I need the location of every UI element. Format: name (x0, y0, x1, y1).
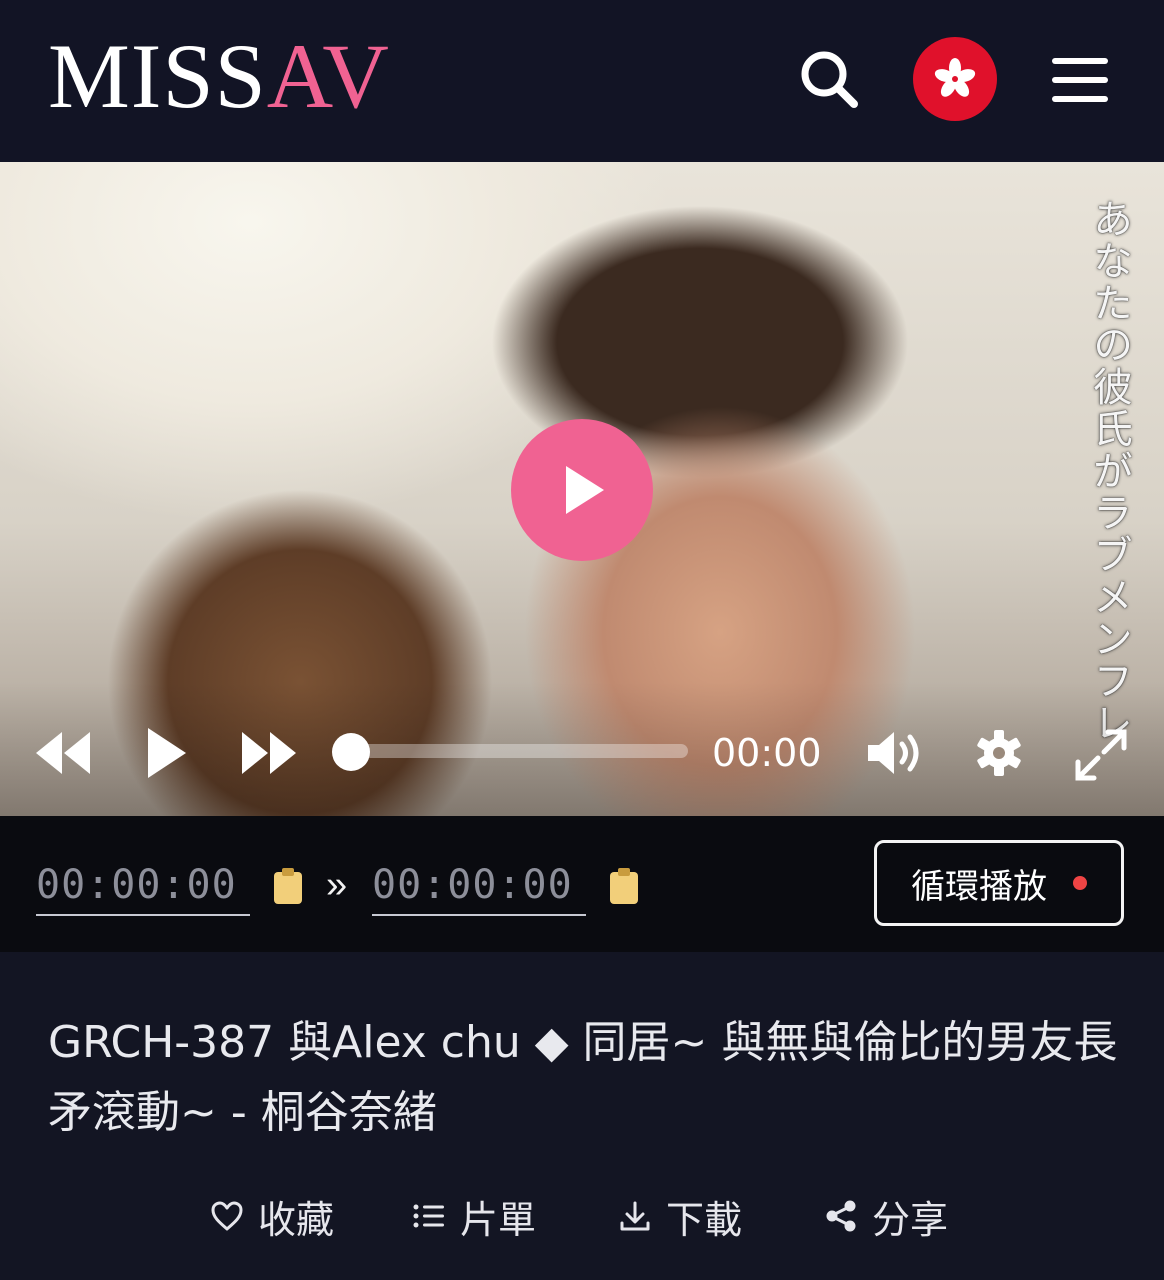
share-button[interactable]: 分享 (824, 1186, 948, 1246)
loop-play-label: 循環播放 (911, 866, 1047, 907)
settings-icon[interactable] (974, 728, 1024, 783)
rewind-icon[interactable] (34, 728, 92, 783)
clipboard-icon[interactable] (272, 866, 304, 906)
language-flag-button[interactable] (913, 37, 997, 121)
download-label: 下載 (666, 1197, 743, 1242)
loop-play-button[interactable]: 循環播放 (874, 840, 1124, 926)
playlist-button[interactable]: 片單 (412, 1186, 536, 1246)
progress-handle[interactable] (332, 733, 370, 771)
play-icon (566, 466, 604, 514)
video-title: GRCH-387 與Alex chu ◆ 同居~ 與無與倫比的男友長矛滾動~ -… (48, 1017, 1118, 1138)
volume-icon[interactable] (866, 730, 926, 781)
share-icon (826, 1200, 856, 1232)
share-label: 分享 (872, 1197, 949, 1242)
progress-bar[interactable] (350, 744, 688, 758)
top-navigation-bar: MISSAV (0, 0, 1164, 162)
list-icon (413, 1204, 444, 1228)
video-player[interactable]: あなたの彼氏がラブメンフレ 00:00 (0, 162, 1164, 816)
fast-forward-icon[interactable] (240, 728, 298, 783)
loop-section: 00:00:00 » 00:00:00 循環播放 (0, 816, 1164, 952)
logo-text-av: AV (266, 25, 390, 127)
site-logo[interactable]: MISSAV (48, 30, 390, 122)
loop-start-time-input[interactable]: 00:00:00 (36, 856, 250, 916)
loop-end-time-input[interactable]: 00:00:00 (372, 856, 586, 916)
heart-icon (211, 1201, 243, 1231)
current-time: 00:00 (712, 731, 822, 775)
favorite-button[interactable]: 收藏 (210, 1186, 334, 1246)
loop-separator: » (326, 864, 348, 906)
download-icon (620, 1201, 650, 1231)
video-actions: 收藏 片單 下載 分享 (0, 1186, 1164, 1246)
fullscreen-icon[interactable] (1074, 728, 1128, 787)
favorite-label: 收藏 (258, 1197, 335, 1242)
play-icon[interactable] (144, 724, 190, 787)
download-button[interactable]: 下載 (618, 1186, 742, 1246)
search-icon[interactable] (788, 38, 872, 122)
playlist-label: 片單 (460, 1197, 537, 1242)
hamburger-menu-icon[interactable] (1046, 38, 1130, 122)
loop-status-dot (1073, 876, 1087, 890)
hong-kong-flag-icon (934, 58, 976, 97)
big-play-button[interactable] (511, 419, 653, 561)
logo-text-miss: MISS (48, 25, 267, 127)
clipboard-icon[interactable] (608, 866, 640, 906)
video-thumbnail-caption: あなたの彼氏がラブメンフレ (1086, 198, 1132, 744)
